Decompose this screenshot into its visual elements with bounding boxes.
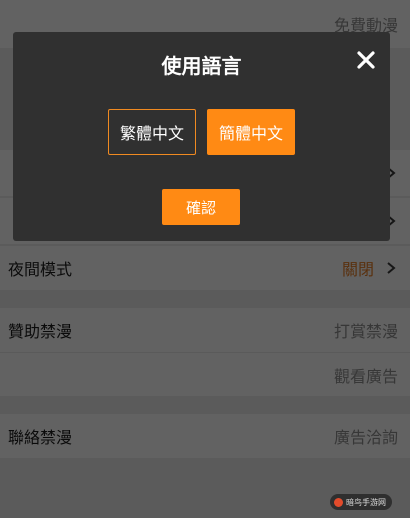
language-dialog: 使用語言 繁體中文 簡體中文 確認 xyxy=(13,32,390,241)
traditional-chinese-button[interactable]: 繁體中文 xyxy=(108,109,196,155)
confirm-button[interactable]: 確認 xyxy=(162,189,240,225)
watermark-badge: 暗鸟手游网 xyxy=(330,494,392,510)
close-icon[interactable] xyxy=(354,48,378,72)
watermark-text: 暗鸟手游网 xyxy=(346,497,386,507)
watermark-logo-icon xyxy=(334,497,343,507)
dialog-title: 使用語言 xyxy=(161,54,242,78)
simplified-chinese-button[interactable]: 簡體中文 xyxy=(207,109,295,155)
